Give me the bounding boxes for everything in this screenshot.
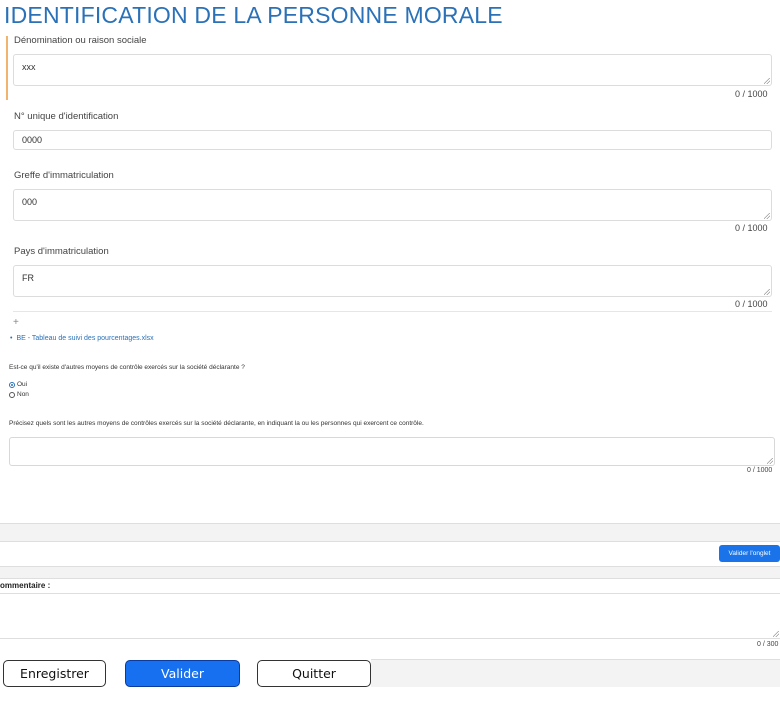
resize-handle-icon[interactable] [767, 458, 773, 464]
comment-textarea-bottom [0, 638, 780, 639]
attachment-item[interactable]: • BE - Tableau de suivi des pourcentages.… [10, 335, 154, 342]
footer-bar [371, 660, 780, 687]
radio-checked-icon[interactable] [9, 381, 15, 388]
denomination-value: xxx [22, 62, 36, 72]
denomination-label: Dénomination ou raison sociale [14, 35, 147, 46]
greffe-label: Greffe d'immatriculation [14, 170, 114, 181]
band-border [0, 566, 780, 567]
footer-border [371, 659, 780, 660]
section-band [0, 523, 780, 541]
identification-value: 0000 [22, 135, 43, 145]
add-attachment-icon[interactable]: + [13, 317, 19, 328]
greffe-value: 000 [22, 197, 38, 207]
validate-tab-button[interactable]: Valider l'onglet [719, 545, 780, 562]
section-divider [13, 311, 772, 312]
bullet-icon: • [10, 335, 13, 342]
precision-prompt: Précisez quels sont les autres moyens de… [9, 420, 424, 427]
greffe-textarea[interactable]: 000 [13, 189, 772, 221]
band-border [0, 523, 780, 524]
resize-handle-icon[interactable] [773, 631, 779, 637]
attachment-link[interactable]: BE - Tableau de suivi des pourcentages.x… [16, 335, 153, 342]
page-title: IDENTIFICATION DE LA PERSONNE MORALE [4, 2, 503, 28]
identification-label: N° unique d'identification [14, 111, 119, 122]
denomination-textarea[interactable]: xxx [13, 54, 772, 86]
resize-handle-icon[interactable] [764, 213, 770, 219]
save-button[interactable]: Enregistrer [3, 660, 106, 687]
band-border [0, 541, 780, 542]
precision-counter: 0 / 1000 [747, 467, 773, 474]
radio-label-oui: Oui [17, 381, 28, 388]
resize-handle-icon[interactable] [764, 289, 770, 295]
pays-counter: 0 / 1000 [735, 299, 768, 309]
radio-unchecked-icon[interactable] [9, 391, 15, 398]
comment-counter: 0 / 300 [757, 641, 779, 648]
pays-label: Pays d'immatriculation [14, 246, 109, 257]
pays-value: FR [22, 273, 34, 283]
radio-option-non[interactable]: Non [9, 391, 29, 398]
comment-label: ommentaire : [0, 581, 51, 590]
band-border [0, 578, 780, 579]
validate-button[interactable]: Valider [125, 660, 240, 687]
pays-textarea[interactable]: FR [13, 265, 772, 297]
section-band [0, 566, 780, 578]
control-question: Est-ce qu'il existe d'autres moyens de c… [9, 364, 245, 371]
required-field-marker [6, 36, 8, 100]
comment-textarea[interactable] [0, 594, 780, 638]
resize-handle-icon[interactable] [764, 78, 770, 84]
denomination-counter: 0 / 1000 [735, 89, 768, 99]
radio-label-non: Non [17, 391, 29, 398]
radio-option-oui[interactable]: Oui [9, 381, 27, 388]
greffe-counter: 0 / 1000 [735, 223, 768, 233]
precision-textarea[interactable] [9, 437, 775, 466]
quit-button[interactable]: Quitter [257, 660, 371, 687]
identification-input[interactable]: 0000 [13, 130, 772, 150]
